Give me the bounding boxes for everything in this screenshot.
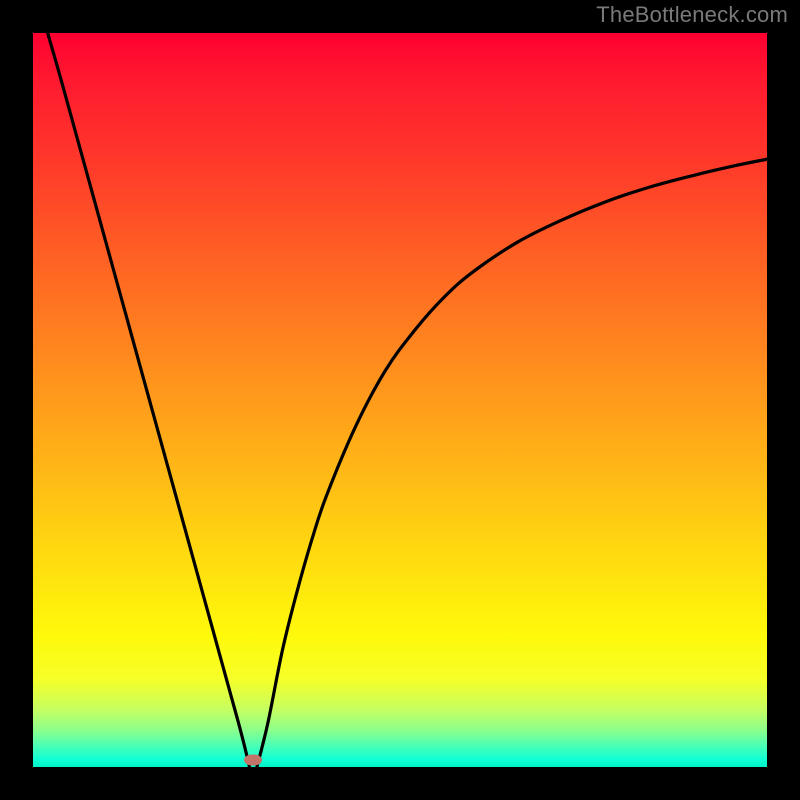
chart-frame: TheBottleneck.com xyxy=(0,0,800,800)
watermark-text: TheBottleneck.com xyxy=(596,2,788,28)
plot-area xyxy=(33,33,767,767)
minimum-marker xyxy=(244,754,262,765)
curve-right-branch xyxy=(257,159,767,767)
curve-left-branch xyxy=(48,33,250,767)
curve-layer xyxy=(33,33,767,767)
